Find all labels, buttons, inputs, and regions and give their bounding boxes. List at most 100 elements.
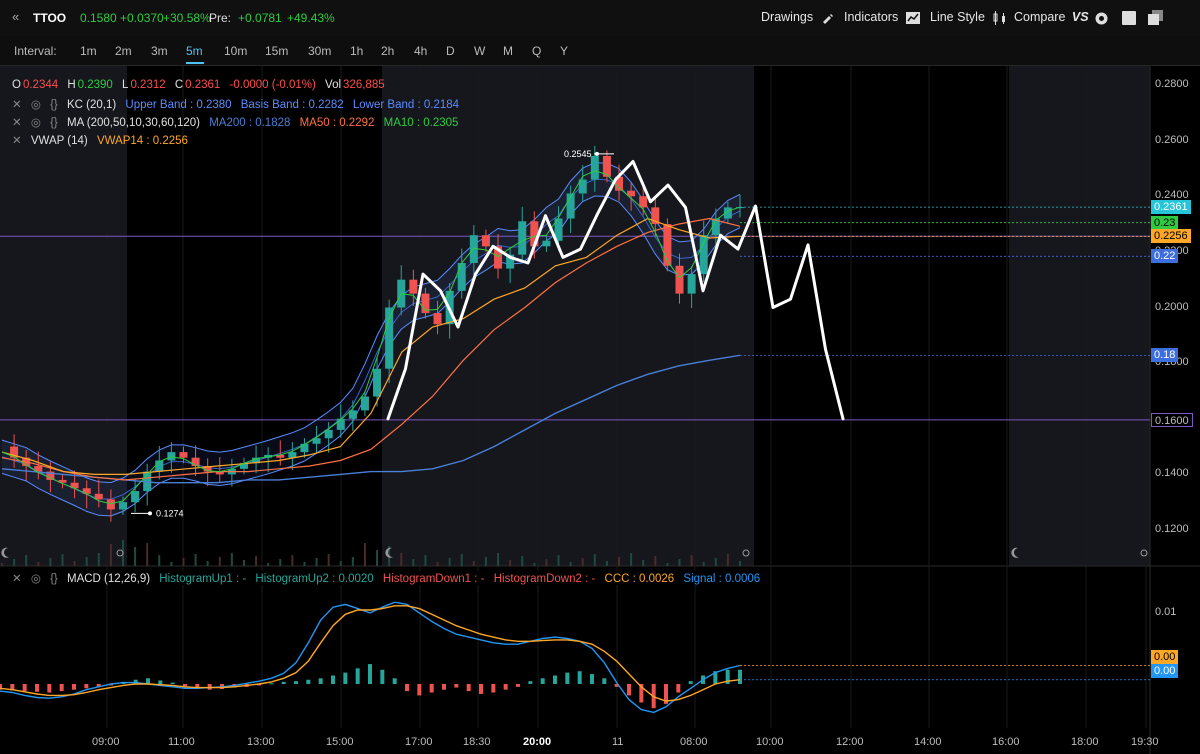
line-style-label: Line Style bbox=[930, 10, 985, 24]
volume-bar bbox=[363, 543, 366, 566]
interval-2h[interactable]: 2h bbox=[381, 44, 394, 58]
session-bg-next-day bbox=[1009, 66, 1150, 566]
interval-year[interactable]: Y bbox=[560, 44, 568, 58]
volume-bar bbox=[424, 555, 427, 566]
hide-macd-eye-icon[interactable]: ◎ bbox=[31, 573, 41, 585]
compare-button[interactable]: Compare VS bbox=[1014, 10, 1089, 24]
drawings-button[interactable]: Drawings bbox=[761, 10, 833, 24]
remove-macd-icon[interactable]: ✕ bbox=[12, 573, 22, 585]
macd-signal: Signal : 0.0006 bbox=[683, 573, 761, 585]
kc-name: KC (20,1) bbox=[66, 99, 117, 111]
volume-bar bbox=[351, 557, 354, 566]
macd-histogram-bar bbox=[565, 672, 570, 684]
interval-day[interactable]: D bbox=[446, 44, 455, 58]
volume-bar bbox=[255, 556, 258, 566]
volume-bar bbox=[206, 561, 209, 566]
interval-10m[interactable]: 10m bbox=[224, 44, 247, 58]
price-chart[interactable]: 0.2545 0.1274 bbox=[0, 66, 1200, 754]
interval-month[interactable]: M bbox=[503, 44, 513, 58]
macd-settings-icon[interactable]: {} bbox=[50, 573, 58, 585]
interval-5m[interactable]: 5m bbox=[186, 44, 203, 58]
fullscreen-square-icon[interactable] bbox=[1122, 11, 1136, 25]
macd-histogram-bar bbox=[688, 681, 693, 684]
pre-market-change-pct: +49.43% bbox=[287, 11, 335, 25]
price-tick-label: 0.1400 bbox=[1155, 467, 1189, 480]
macd-histogram-bar bbox=[516, 684, 520, 687]
ma-legend: ✕ ◎ {} MA (200,50,10,30,60,120) MA200 : … bbox=[12, 115, 464, 129]
collapse-icon[interactable]: « bbox=[12, 9, 19, 24]
macd-tick-label: 0.01 bbox=[1155, 605, 1177, 618]
interval-quarter[interactable]: Q bbox=[532, 44, 541, 58]
time-tick-label: 18:30 bbox=[463, 736, 491, 748]
macd-histogram-bar bbox=[417, 684, 422, 696]
volume-bar bbox=[521, 556, 524, 566]
settings-gear-icon[interactable] bbox=[1094, 11, 1109, 26]
price-tick-label: 0.1200 bbox=[1155, 523, 1189, 535]
low-annotation-label: 0.1274 bbox=[156, 508, 184, 518]
interval-1m[interactable]: 1m bbox=[80, 44, 97, 58]
time-tick-label: 10:00 bbox=[756, 736, 784, 748]
line-style-button[interactable]: Line Style bbox=[930, 10, 1008, 25]
interval-3m[interactable]: 3m bbox=[151, 44, 168, 58]
ohlc-legend: O 0.2344 H 0.2390 L 0.2312 C 0.2361 -0.0000 … bbox=[12, 79, 391, 91]
volume-bar bbox=[230, 553, 233, 566]
candle-style-icon bbox=[993, 10, 1006, 25]
close-value: 0.2361 bbox=[185, 79, 221, 91]
candle-body bbox=[360, 396, 369, 411]
macd-histogram-bar bbox=[170, 682, 175, 684]
candle-body bbox=[131, 491, 140, 503]
volume-bar bbox=[303, 562, 306, 566]
volume-bar bbox=[279, 559, 282, 566]
ticker-symbol[interactable]: TTOO bbox=[33, 11, 66, 25]
volume-bar bbox=[376, 550, 379, 566]
interval-1h[interactable]: 1h bbox=[350, 44, 363, 58]
volume-bar bbox=[678, 559, 681, 566]
time-tick-label: 08:00 bbox=[680, 736, 708, 748]
volume-bar bbox=[581, 558, 584, 566]
low-value: 0.2312 bbox=[130, 79, 166, 91]
macd-histogram-bar bbox=[306, 679, 311, 684]
kc-legend: ✕ ◎ {} KC (20,1) Upper Band : 0.2380 Bas… bbox=[12, 97, 465, 111]
candle-body bbox=[457, 263, 466, 291]
macd-histogram-bar bbox=[294, 681, 298, 684]
histogram-down2: HistogramDown2 : - bbox=[493, 573, 596, 585]
pre-market-change: +0.0781 bbox=[238, 11, 282, 25]
volume-bar bbox=[37, 562, 40, 566]
indicators-button[interactable]: Indicators bbox=[844, 10, 920, 24]
ma200-value: MA200 : 0.1828 bbox=[209, 117, 291, 129]
kc-settings-icon[interactable]: {} bbox=[50, 99, 58, 111]
price-change: +0.0370 bbox=[120, 11, 164, 25]
remove-ma-icon[interactable]: ✕ bbox=[12, 117, 22, 129]
candle-body bbox=[288, 452, 297, 458]
price-tick-label: 0.2800 bbox=[1155, 78, 1189, 90]
ma10-value: MA10 : 0.2305 bbox=[383, 117, 459, 129]
histogram-down1: HistogramDown1 : - bbox=[382, 573, 485, 585]
volume-bar bbox=[134, 547, 137, 566]
volume-bar bbox=[49, 558, 52, 566]
compare-vs-icon: VS bbox=[1071, 10, 1089, 24]
pop-out-windows-icon[interactable] bbox=[1148, 10, 1164, 26]
candle-body bbox=[94, 493, 103, 500]
volume-bar bbox=[158, 555, 161, 566]
volume-bar bbox=[436, 562, 439, 566]
remove-kc-icon[interactable]: ✕ bbox=[12, 99, 22, 111]
interval-2m[interactable]: 2m bbox=[115, 44, 132, 58]
remove-vwap-icon[interactable]: ✕ bbox=[12, 135, 22, 147]
volume-bar bbox=[714, 558, 717, 566]
macd-name: MACD (12,26,9) bbox=[66, 573, 151, 585]
interval-15m[interactable]: 15m bbox=[265, 44, 288, 58]
hide-ma-eye-icon[interactable]: ◎ bbox=[31, 117, 41, 129]
interval-4h[interactable]: 4h bbox=[414, 44, 427, 58]
volume-bar bbox=[315, 558, 318, 566]
time-tick-label: 16:00 bbox=[992, 736, 1020, 748]
interval-week[interactable]: W bbox=[474, 44, 485, 58]
interval-30m[interactable]: 30m bbox=[308, 44, 331, 58]
macd-ccc: CCC : 0.0026 bbox=[604, 573, 675, 585]
price-change-pct: +30.58% bbox=[163, 11, 211, 25]
macd-histogram-bar bbox=[343, 672, 348, 684]
ma-settings-icon[interactable]: {} bbox=[50, 117, 58, 129]
price-tag: 0.18 bbox=[1151, 348, 1179, 363]
volume-bar bbox=[61, 554, 64, 566]
volume-value: 326,885 bbox=[343, 79, 385, 91]
hide-kc-eye-icon[interactable]: ◎ bbox=[31, 99, 41, 111]
